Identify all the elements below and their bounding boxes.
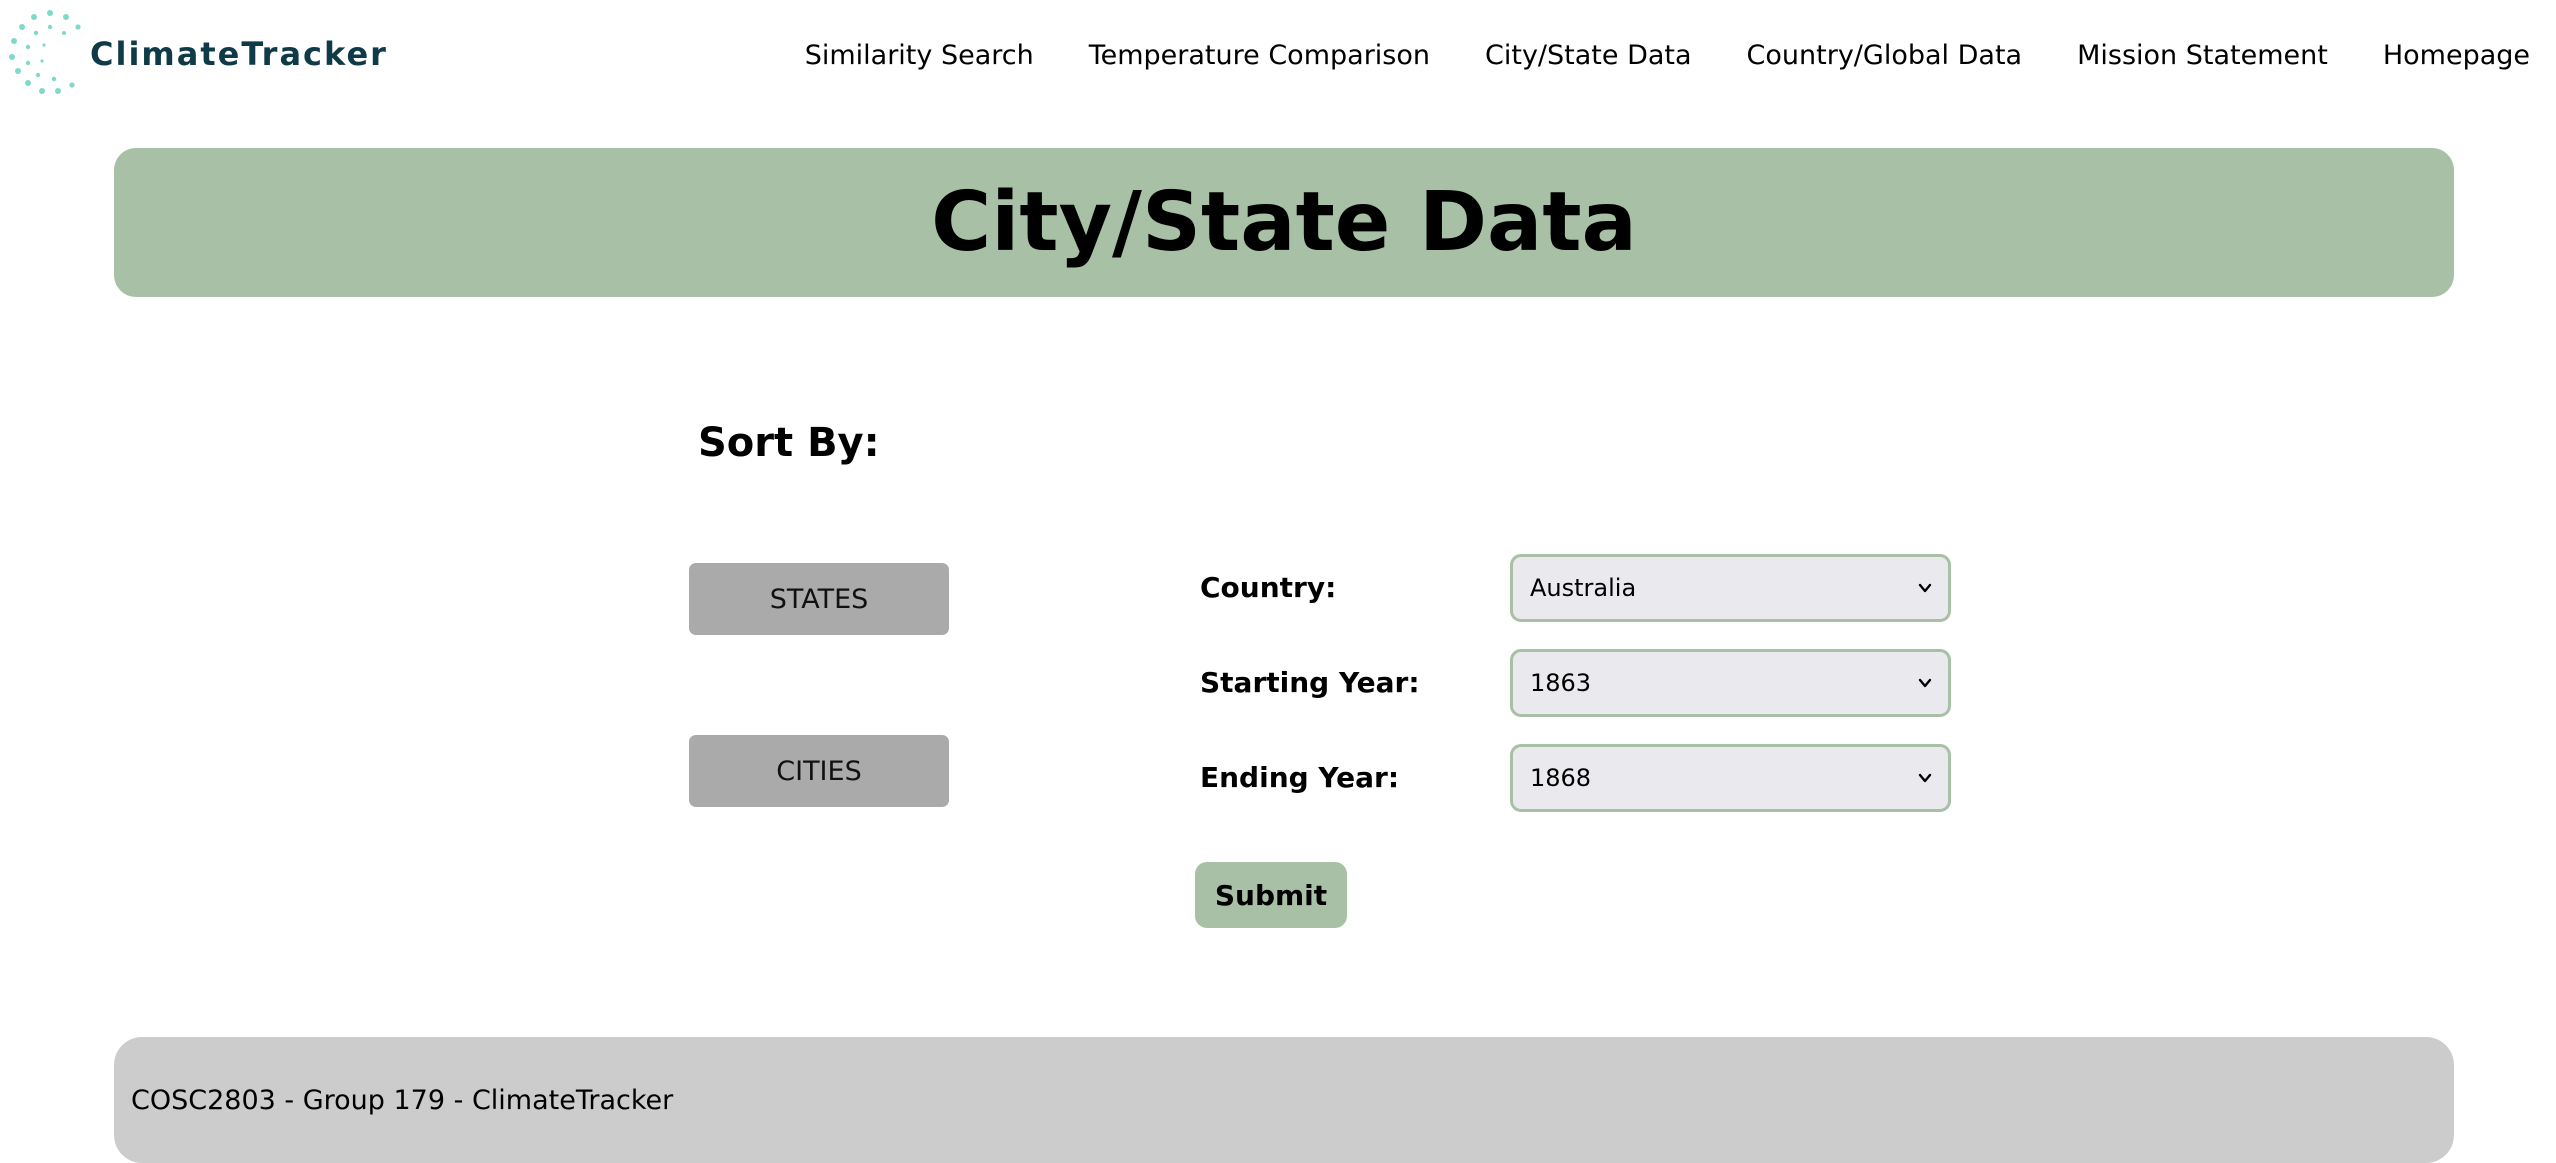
logo-link[interactable]: ClimateTracker bbox=[4, 5, 386, 100]
nav-city-state-data[interactable]: City/State Data bbox=[1485, 40, 1692, 71]
sort-by-heading: Sort By: bbox=[698, 420, 880, 466]
nav-temperature-comparison[interactable]: Temperature Comparison bbox=[1089, 40, 1430, 71]
cities-button[interactable]: CITIES bbox=[689, 735, 949, 807]
ending-year-select-value: 1868 bbox=[1530, 764, 1592, 792]
main-nav: Similarity Search Temperature Comparison… bbox=[805, 40, 2530, 71]
nav-country-global-data[interactable]: Country/Global Data bbox=[1747, 40, 2023, 71]
nav-similarity-search[interactable]: Similarity Search bbox=[805, 40, 1034, 71]
country-label: Country: bbox=[1200, 571, 1337, 604]
country-select[interactable]: Australia bbox=[1510, 554, 1951, 622]
title-banner: City/State Data bbox=[114, 148, 2454, 297]
ending-year-select[interactable]: 1868 bbox=[1510, 744, 1951, 812]
chevron-down-icon bbox=[1918, 678, 1932, 688]
logo-dots-icon bbox=[9, 10, 81, 94]
chevron-down-icon bbox=[1918, 583, 1932, 593]
chevron-down-icon bbox=[1918, 773, 1932, 783]
starting-year-select[interactable]: 1863 bbox=[1510, 649, 1951, 717]
country-select-value: Australia bbox=[1530, 574, 1637, 602]
nav-mission-statement[interactable]: Mission Statement bbox=[2077, 40, 2328, 71]
ending-year-label: Ending Year: bbox=[1200, 761, 1400, 794]
starting-year-label: Starting Year: bbox=[1200, 666, 1420, 699]
logo-text: ClimateTracker bbox=[90, 35, 388, 73]
nav-homepage[interactable]: Homepage bbox=[2383, 40, 2530, 71]
navbar: ClimateTracker Similarity Search Tempera… bbox=[0, 0, 2556, 120]
submit-button[interactable]: Submit bbox=[1195, 862, 1347, 928]
footer: COSC2803 - Group 179 - ClimateTracker bbox=[114, 1037, 2454, 1163]
starting-year-select-value: 1863 bbox=[1530, 669, 1592, 697]
footer-text: COSC2803 - Group 179 - ClimateTracker bbox=[131, 1085, 674, 1116]
page-title: City/State Data bbox=[931, 175, 1637, 270]
states-button[interactable]: STATES bbox=[689, 563, 949, 635]
